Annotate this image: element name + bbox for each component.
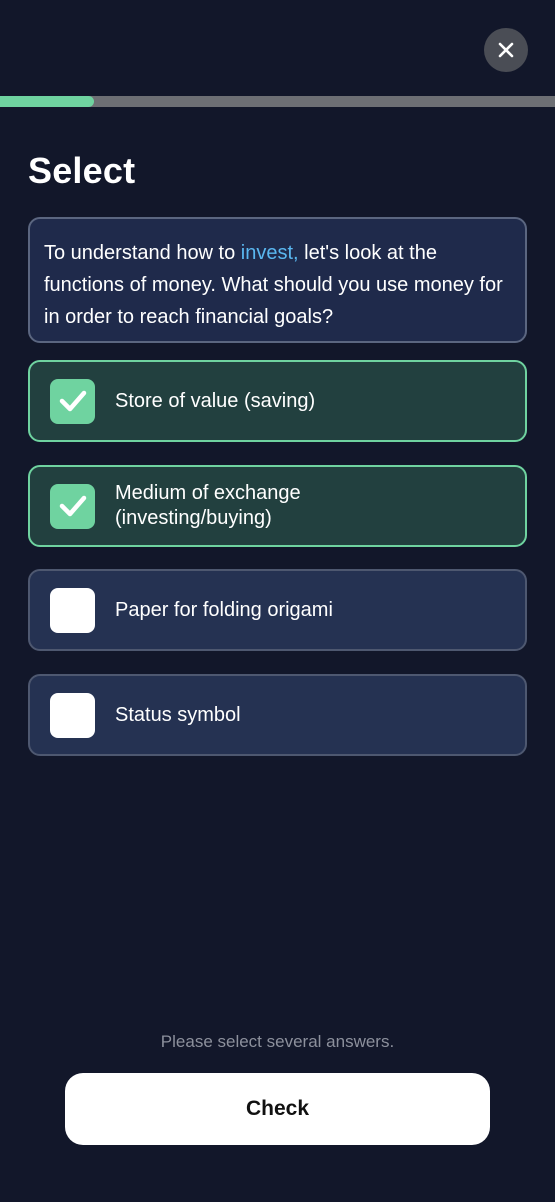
progress-bar (0, 96, 555, 107)
option-label: Status symbol (115, 703, 241, 726)
option-checkbox[interactable] (50, 378, 95, 424)
close-icon (498, 42, 514, 58)
progress-bar-fill (0, 96, 95, 107)
question-highlight-link[interactable]: invest, (241, 242, 299, 264)
option-store-of-value[interactable]: Store of value (saving) (28, 360, 527, 442)
option-checkbox[interactable] (50, 587, 95, 633)
checkmark-icon (59, 495, 86, 517)
option-checkbox[interactable] (50, 483, 95, 529)
option-medium-of-exchange[interactable]: Medium of exchange (investing/buying) (28, 465, 527, 547)
page-title: Select (28, 150, 136, 191)
option-label: Medium of exchange (investing/buying) (115, 482, 301, 529)
question-text-start: To understand how to (44, 242, 241, 264)
select-hint: Please select several answers. (160, 1032, 395, 1051)
quiz-screen: Select To understand how to invest, let'… (0, 0, 555, 1202)
close-button[interactable] (484, 28, 528, 72)
option-checkbox[interactable] (50, 692, 95, 738)
checkmark-icon (59, 390, 86, 412)
question-card: To understand how to invest, let's look … (28, 217, 527, 343)
option-paper-origami[interactable]: Paper for folding origami (28, 569, 527, 651)
option-status-symbol[interactable]: Status symbol (28, 674, 527, 756)
option-label: Store of value (saving) (115, 389, 316, 412)
check-button[interactable]: Check (65, 1073, 490, 1145)
option-label: Paper for folding origami (115, 598, 333, 621)
